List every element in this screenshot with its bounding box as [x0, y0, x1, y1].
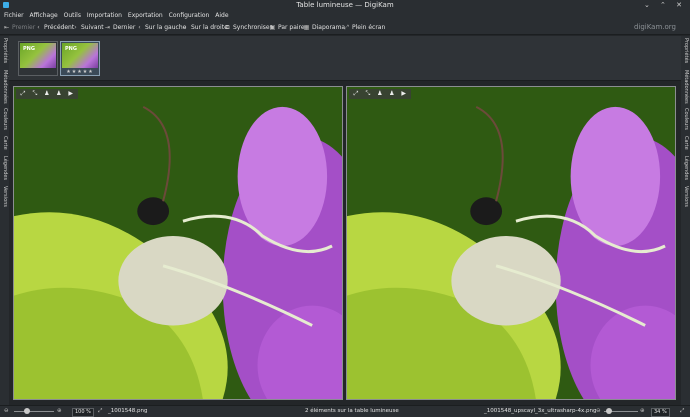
menu-exportation[interactable]: Exportation	[128, 10, 163, 21]
left-filename: _1001548.png	[108, 408, 148, 414]
thumbnail-bar: PNG PNG ★★★★★	[9, 36, 681, 80]
left-tab-captions[interactable]: Légendes	[0, 156, 9, 184]
chevron-left-icon: ‹	[37, 24, 40, 31]
person-icon[interactable]: ♟	[375, 89, 385, 99]
zoom-in-icon[interactable]: ⊕	[57, 406, 62, 417]
fullscreen-button[interactable]: ⤢ Plein écran	[343, 21, 385, 34]
person-icon[interactable]: ♟	[387, 89, 397, 99]
on-left-button[interactable]: ‹ Sur la gauche	[136, 21, 186, 34]
left-tab-properties[interactable]: Propriétés	[0, 38, 9, 66]
toolbar: ⇤ Premier ‹ Précédent › Suivant ⇥ Dernier ‹ S…	[0, 21, 690, 35]
menu-affichage[interactable]: Affichage	[30, 10, 58, 21]
butterfly-photo	[347, 87, 675, 399]
fullscreen-icon: ⤢	[344, 24, 349, 31]
by-pair-button[interactable]: ▣ Par paire	[269, 21, 305, 34]
pane-toolbar: ⤢ ⤡ ♟ ♟ ▶	[349, 89, 411, 99]
window-title: Table lumineuse — DigiKam	[296, 1, 394, 9]
zoom-fit-icon[interactable]: ⤢	[351, 89, 361, 99]
window-controls[interactable]: ⌄ ⌃ ✕	[644, 1, 686, 9]
pane-toolbar: ⤢ ⤡ ♟ ♟ ▶	[16, 89, 78, 99]
slideshow-button[interactable]: ▦ Diaporama	[303, 21, 345, 34]
person-icon[interactable]: ♟	[42, 89, 52, 99]
left-zoom-slider-handle[interactable]	[24, 408, 30, 414]
right-zoom-field[interactable]: 34 %	[651, 408, 670, 417]
left-zoom-slider[interactable]	[14, 411, 54, 412]
left-zoom-field[interactable]: 100 %	[72, 408, 94, 417]
last-button[interactable]: ⇥ Dernier	[104, 21, 135, 34]
menu-configuration[interactable]: Configuration	[169, 10, 210, 21]
splitter-handle[interactable]	[9, 80, 681, 85]
right-tab-colors[interactable]: Couleurs	[681, 108, 690, 134]
right-preview-pane[interactable]: ⤢ ⤡ ♟ ♟ ▶	[346, 86, 676, 400]
first-button[interactable]: ⇤ Premier	[3, 21, 35, 34]
fit-icon[interactable]: ⤢	[680, 406, 684, 417]
left-tab-colors[interactable]: Couleurs	[0, 108, 9, 134]
left-sidebar-tabs: Propriétés Métadonnées Couleurs Carte Lé…	[0, 36, 9, 405]
on-right-button[interactable]: › Sur la droite	[182, 21, 227, 34]
first-icon: ⇤	[3, 24, 10, 31]
zoom-out-icon[interactable]: ⊖	[4, 406, 9, 417]
rating-stars[interactable]: ★★★★★	[63, 69, 97, 75]
zoom-orig-icon[interactable]: ⤡	[363, 89, 373, 99]
zoom-out-icon[interactable]: ⊖	[596, 406, 601, 417]
arrow-right-icon: ›	[184, 24, 187, 31]
pair-icon: ▣	[269, 24, 276, 31]
menu-fichier[interactable]: Fichier	[4, 10, 24, 21]
fit-icon[interactable]: ⤢	[98, 406, 102, 417]
right-tab-properties[interactable]: Propriétés	[681, 38, 690, 66]
brand-label[interactable]: digiKam.org	[634, 21, 676, 34]
left-tab-metadata[interactable]: Métadonnées	[0, 70, 9, 106]
zoom-orig-icon[interactable]: ⤡	[30, 89, 40, 99]
zoom-in-icon[interactable]: ⊕	[640, 406, 645, 417]
menu-importation[interactable]: Importation	[87, 10, 122, 21]
right-sidebar-tabs: Propriétés Métadonnées Couleurs Carte Lé…	[681, 36, 690, 405]
thumbnail-item[interactable]: PNG ★★★★★	[60, 41, 100, 76]
zoom-fit-icon[interactable]: ⤢	[18, 89, 28, 99]
slideshow-icon: ▦	[303, 24, 310, 31]
status-message: 2 éléments sur la table lumineuse	[305, 408, 399, 414]
menu-outils[interactable]: Outils	[64, 10, 81, 21]
butterfly-photo	[14, 87, 342, 399]
play-icon[interactable]: ▶	[399, 89, 409, 99]
right-tab-metadata[interactable]: Métadonnées	[681, 70, 690, 106]
right-filename: _1001548_upscayl_3x_ultrasharp-4x.png	[484, 408, 597, 414]
right-tab-versions[interactable]: Versions	[681, 186, 690, 212]
sync-icon: ⧉	[225, 24, 230, 31]
play-icon[interactable]: ▶	[66, 89, 76, 99]
format-badge: PNG	[65, 46, 77, 52]
title-bar: Table lumineuse — DigiKam ⌄ ⌃ ✕	[0, 0, 690, 10]
right-tab-map[interactable]: Carte	[681, 136, 690, 154]
menu-aide[interactable]: Aide	[215, 10, 228, 21]
person-icon[interactable]: ♟	[54, 89, 64, 99]
right-zoom-slider-handle[interactable]	[606, 408, 612, 414]
left-tab-map[interactable]: Carte	[0, 136, 9, 154]
sync-button[interactable]: ⧉ Synchroniser	[224, 21, 272, 34]
rating-stars[interactable]	[21, 69, 55, 75]
chevron-right-icon: ›	[74, 24, 77, 31]
previous-button[interactable]: ‹ Précédent	[35, 21, 74, 34]
menu-bar: Fichier Affichage Outils Importation Exp…	[0, 10, 690, 21]
left-preview-pane[interactable]: ⤢ ⤡ ♟ ♟ ▶	[13, 86, 343, 400]
right-tab-captions[interactable]: Légendes	[681, 156, 690, 184]
next-button[interactable]: › Suivant	[72, 21, 103, 34]
format-badge: PNG	[23, 46, 35, 52]
last-icon: ⇥	[104, 24, 111, 31]
arrow-left-icon: ‹	[138, 24, 141, 31]
thumbnail-item[interactable]: PNG	[18, 41, 58, 76]
left-tab-versions[interactable]: Versions	[0, 186, 9, 212]
status-bar: ⊖ ⊕ 100 % ⤢ _1001548.png 2 éléments sur …	[0, 405, 690, 417]
